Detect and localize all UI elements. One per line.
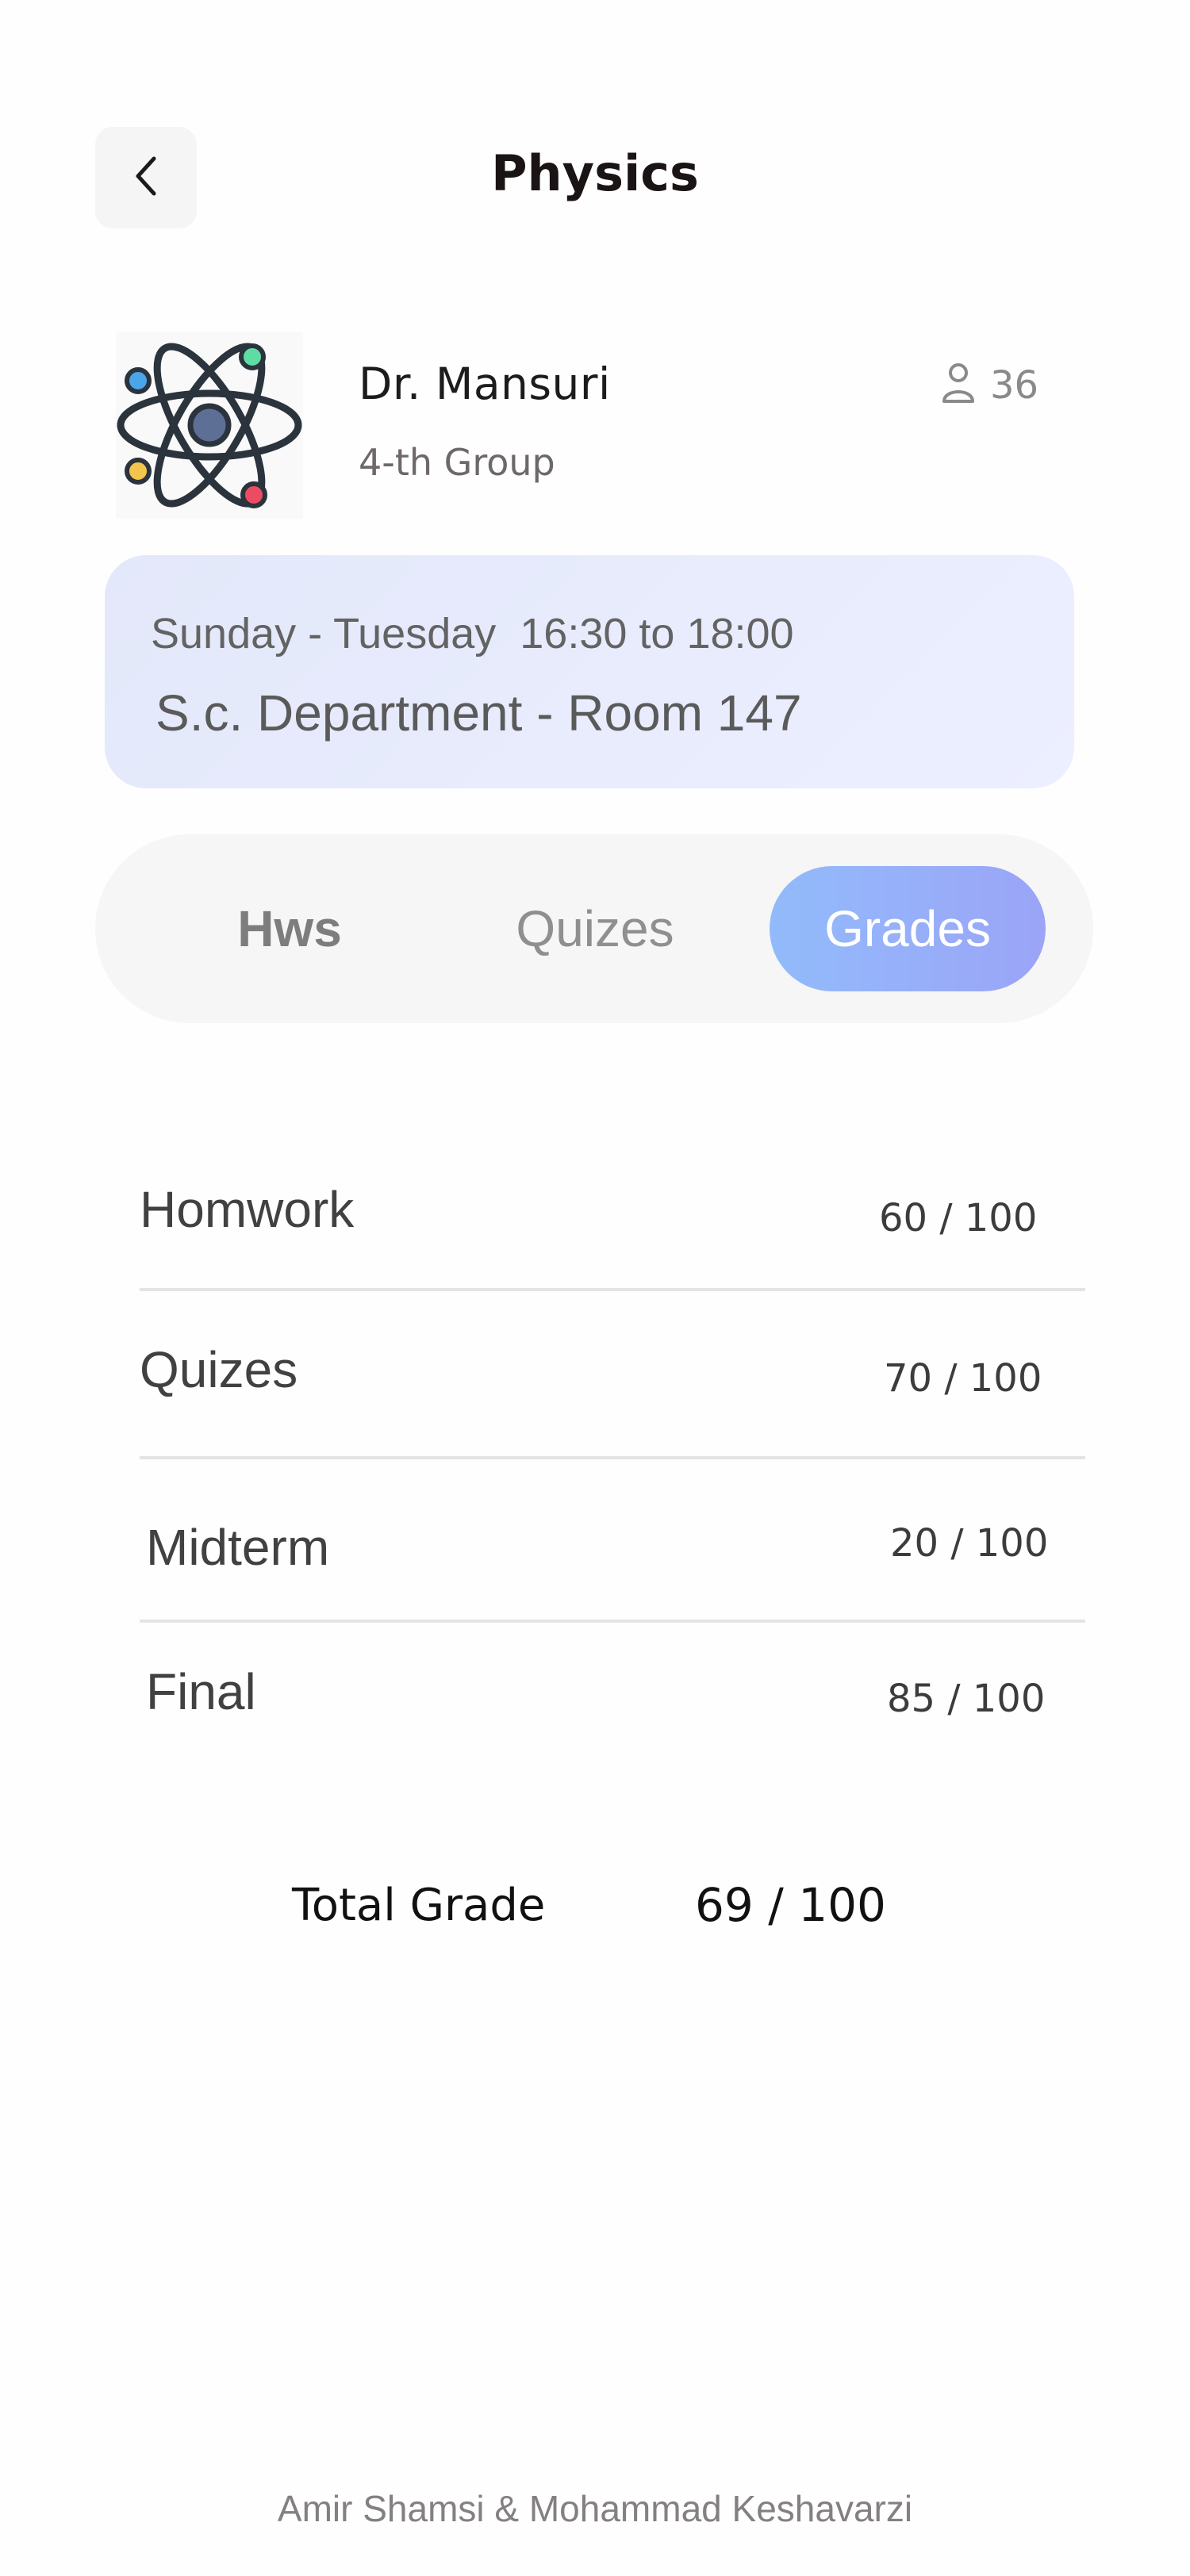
group-label: 4-th Group	[359, 441, 555, 484]
student-count-value: 36	[990, 362, 1039, 408]
person-icon	[941, 362, 976, 408]
grade-label-homework: Homwork	[140, 1181, 355, 1238]
schedule-days-time: Sunday - Tuesday 16:30 to 18:00	[151, 610, 794, 657]
schedule-card	[105, 555, 1074, 788]
footer-credit: Amir Shamsi & Mohammad Keshavarzi	[277, 2488, 913, 2529]
atom-icon	[116, 332, 303, 519]
grade-value-final: 85 / 100	[887, 1677, 1046, 1721]
tab-quizes[interactable]: Quizes	[492, 866, 698, 991]
divider	[140, 1620, 1085, 1623]
total-grade-label: Total Grade	[292, 1880, 546, 1931]
tab-hws[interactable]: Hws	[190, 866, 389, 991]
teacher-name: Dr. Mansuri	[359, 358, 611, 409]
total-grade-value: 69 / 100	[695, 1878, 886, 1932]
grade-label-quizes: Quizes	[140, 1341, 298, 1398]
grade-value-homework: 60 / 100	[879, 1196, 1038, 1240]
grade-label-midterm: Midterm	[146, 1519, 330, 1576]
schedule-location: S.c. Department - Room 147	[155, 684, 802, 742]
tab-grades[interactable]: Grades	[770, 866, 1046, 991]
grade-value-midterm: 20 / 100	[890, 1521, 1049, 1566]
grade-label-final: Final	[146, 1663, 256, 1720]
page-title: Physics	[491, 144, 699, 202]
divider	[140, 1288, 1085, 1291]
divider	[140, 1456, 1085, 1459]
student-count: 36	[941, 362, 1038, 408]
grade-value-quizes: 70 / 100	[884, 1356, 1042, 1401]
